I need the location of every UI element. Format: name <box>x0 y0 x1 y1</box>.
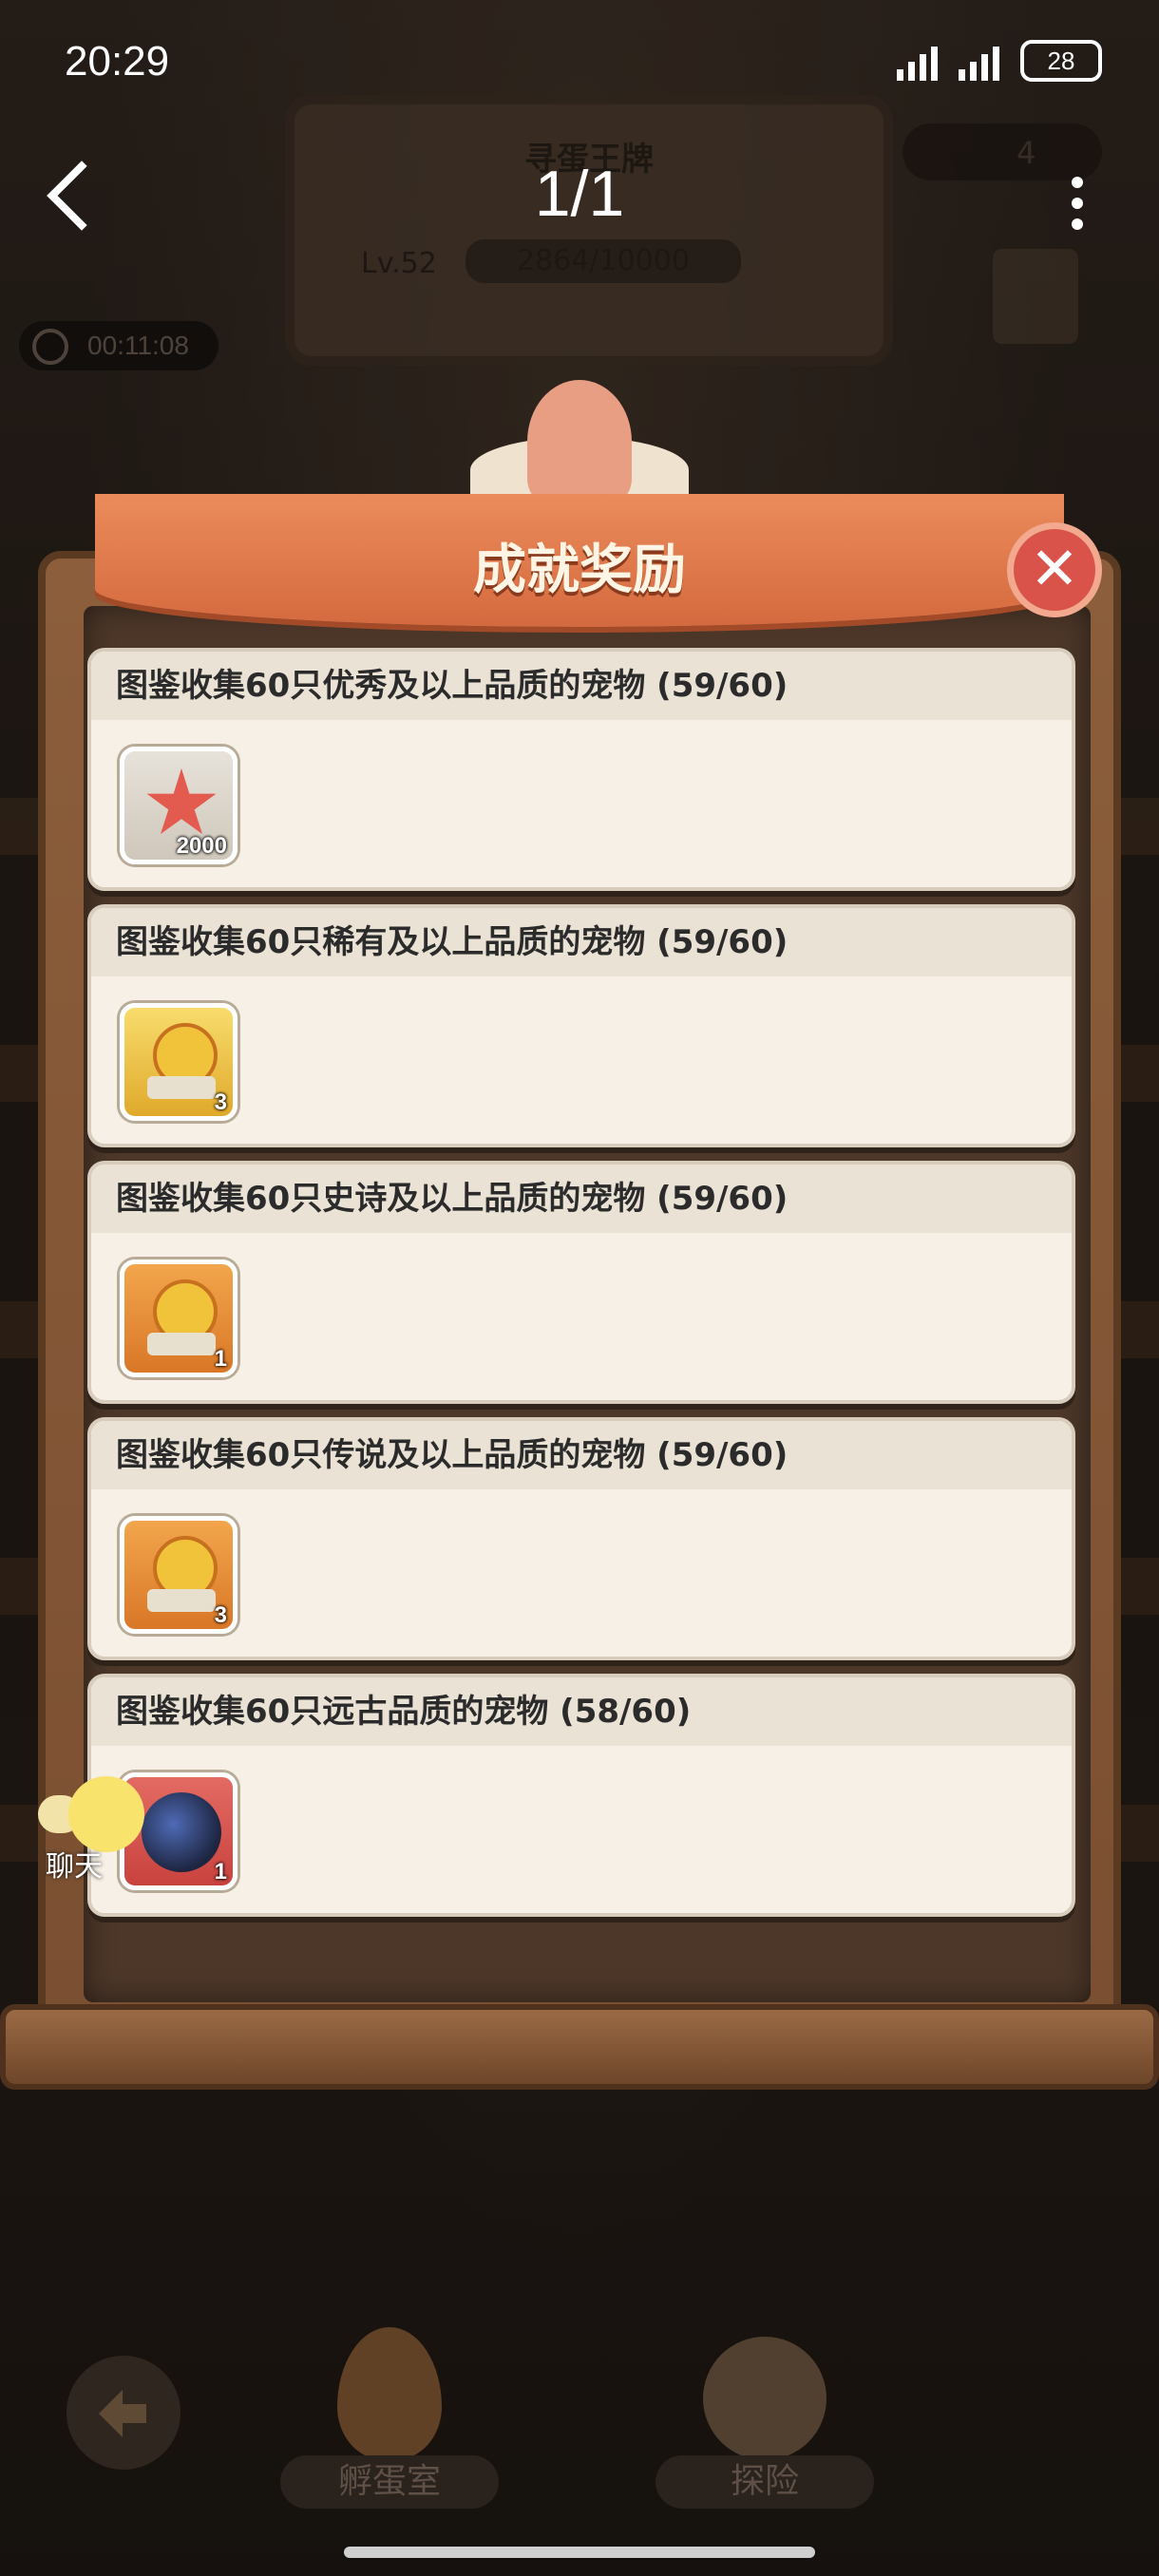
pedestal-icon <box>147 1333 216 1355</box>
status-icons: 28 <box>897 40 1102 82</box>
chat-label: 聊天 <box>46 1850 103 1884</box>
explore-tab[interactable]: 探险 <box>656 2455 874 2509</box>
egg-icon <box>337 2327 442 2460</box>
starfish-icon <box>146 768 217 835</box>
dialog-banner: 成就奖励 <box>95 494 1064 627</box>
pet-portrait-icon <box>142 1792 221 1872</box>
close-button[interactable]: ✕ <box>1007 522 1102 617</box>
page-indicator: 1/1 <box>534 158 625 230</box>
reward-item[interactable]: 2000 <box>120 747 238 864</box>
achievement-text: 图鉴收集60只史诗及以上品质的宠物 (59/60) <box>91 1165 1072 1233</box>
achievement-card: 图鉴收集60只传说及以上品质的宠物 (59/60) 3 <box>87 1417 1075 1660</box>
achievement-card: 图鉴收集60只稀有及以上品质的宠物 (59/60) 3 <box>87 904 1075 1147</box>
dialog-crest-icon <box>470 380 689 503</box>
more-options-button[interactable] <box>1072 177 1083 239</box>
achievement-reward-dialog: 成就奖励 ✕ 图鉴收集60只优秀及以上品质的宠物 (59/60) 2000 图鉴… <box>0 380 1159 2090</box>
reward-qty: 1 <box>214 1346 227 1372</box>
battery-icon: 28 <box>1020 40 1102 82</box>
reward-item[interactable]: 1 <box>120 1260 238 1377</box>
smiley-icon <box>68 1776 144 1852</box>
achievement-text: 图鉴收集60只稀有及以上品质的宠物 (59/60) <box>91 908 1072 976</box>
back-arrow-button[interactable] <box>66 2356 180 2470</box>
achievement-text: 图鉴收集60只传说及以上品质的宠物 (59/60) <box>91 1421 1072 1489</box>
achievement-list: 图鉴收集60只优秀及以上品质的宠物 (59/60) 2000 图鉴收集60只稀有… <box>87 648 1075 1930</box>
chat-button[interactable]: 聊天 <box>38 1776 144 1884</box>
reward-qty: 1 <box>214 1859 227 1885</box>
dialog-title: 成就奖励 <box>473 540 686 601</box>
reward-qty: 3 <box>214 1089 227 1115</box>
hatchery-tab[interactable]: 孵蛋室 <box>280 2455 499 2509</box>
achievement-text: 图鉴收集60只优秀及以上品质的宠物 (59/60) <box>91 652 1072 720</box>
arrow-left-icon <box>99 2390 146 2437</box>
reward-item[interactable]: 3 <box>120 1516 238 1634</box>
achievement-card: 图鉴收集60只史诗及以上品质的宠物 (59/60) 1 <box>87 1161 1075 1404</box>
home-indicator[interactable] <box>344 2547 815 2558</box>
bottom-nav: 孵蛋室 探险 <box>0 2299 1159 2517</box>
reward-qty: 2000 <box>176 833 227 859</box>
achievement-card: 图鉴收集60只远古品质的宠物 (58/60) 1 <box>87 1674 1075 1917</box>
signal-icon <box>897 41 938 81</box>
dialog-bottom-beam <box>0 2004 1159 2090</box>
achievement-text: 图鉴收集60只远古品质的宠物 (58/60) <box>91 1677 1072 1746</box>
gear-icon <box>703 2337 826 2460</box>
status-time: 20:29 <box>65 38 170 85</box>
reward-qty: 3 <box>214 1602 227 1628</box>
signal-icon <box>959 41 999 81</box>
status-bar: 20:29 28 <box>0 0 1159 133</box>
reward-item[interactable]: 3 <box>120 1003 238 1121</box>
pedestal-icon <box>147 1076 216 1099</box>
achievement-card: 图鉴收集60只优秀及以上品质的宠物 (59/60) 2000 <box>87 648 1075 891</box>
pedestal-icon <box>147 1589 216 1612</box>
